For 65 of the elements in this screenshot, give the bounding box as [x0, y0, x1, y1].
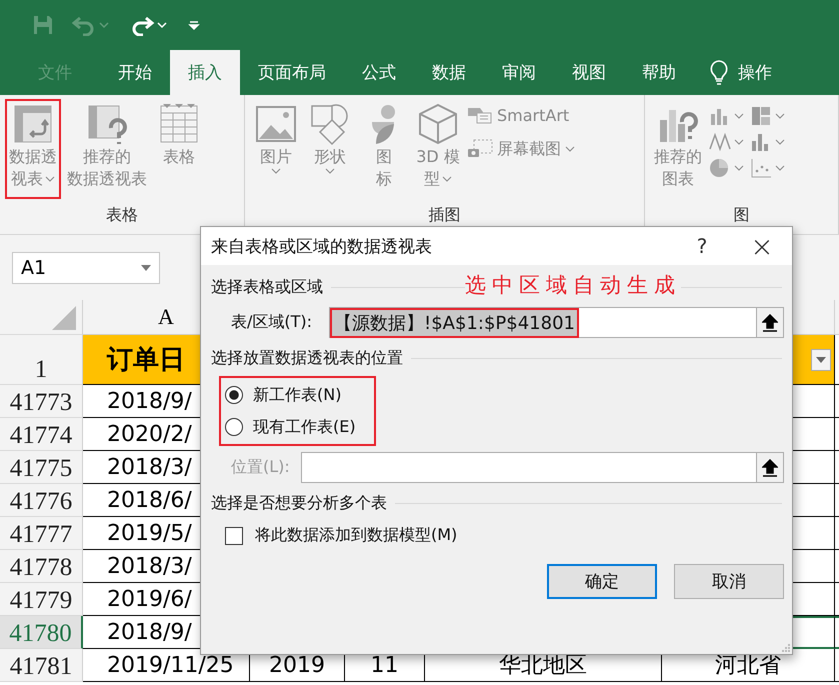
name-box[interactable]: A1 [12, 252, 160, 284]
row-header[interactable]: 41778 [0, 550, 83, 583]
cube-icon [416, 102, 460, 146]
caret-icon [734, 139, 744, 145]
pie-chart-icon [709, 158, 731, 178]
row-header[interactable]: 1 [0, 335, 83, 385]
line-chart-icon [709, 132, 731, 152]
caret-icon [442, 176, 452, 182]
location-field[interactable] [301, 452, 756, 483]
row-header[interactable]: 41777 [0, 517, 83, 550]
ribbon-tab[interactable]: 帮助 [624, 50, 694, 95]
dialog-title: 来自表格或区域的数据透视表 [211, 236, 433, 258]
group-label: 表格 [105, 204, 139, 226]
customize-button[interactable] [188, 19, 200, 31]
section-heading: 选择表格或区域 [211, 276, 323, 298]
row-header[interactable]: 41776 [0, 484, 83, 517]
group-label: 图 [732, 204, 750, 226]
lightbulb-icon [710, 60, 728, 86]
caret-icon [45, 176, 55, 182]
hierarchy-chart-icon [750, 106, 772, 126]
row-header[interactable]: 41774 [0, 418, 83, 451]
tell-me-label[interactable]: 操作 [738, 61, 772, 84]
scatter-chart-icon [750, 158, 772, 178]
select-all-corner[interactable] [0, 300, 83, 335]
row-header[interactable]: 41773 [0, 385, 83, 418]
ok-button[interactable]: 确定 [547, 564, 657, 599]
caret-icon [816, 357, 826, 363]
up-arrow-icon [762, 458, 778, 476]
cancel-button[interactable]: 取消 [674, 564, 784, 599]
caret-icon [775, 113, 785, 119]
caret-icon [141, 264, 151, 270]
caret-icon [775, 165, 785, 171]
smartart-icon [467, 105, 493, 125]
ribbon-tab[interactable]: 插入 [170, 50, 240, 95]
collapse-button[interactable] [756, 452, 784, 483]
ribbon-tab[interactable]: 审阅 [484, 50, 554, 95]
row-header[interactable]: 41780 [0, 616, 83, 649]
radio-button[interactable] [225, 386, 243, 404]
range-field[interactable]: 【源数据】!$A$1:$P$41801 [329, 307, 756, 338]
triangle-icon [52, 306, 76, 330]
resize-grip-icon [780, 642, 790, 652]
ribbon-tab[interactable]: 公式 [344, 50, 414, 95]
up-arrow-icon [762, 314, 778, 332]
caret-icon [734, 165, 744, 171]
radio-button[interactable] [225, 418, 243, 436]
row-header[interactable]: 41779 [0, 583, 83, 616]
filter-dropdown[interactable] [811, 349, 831, 371]
ribbon-tab[interactable]: 页面布局 [240, 50, 344, 95]
collapse-button[interactable] [756, 307, 784, 338]
checkbox[interactable] [225, 526, 243, 544]
row-header[interactable]: 41781 [0, 649, 83, 682]
ribbon-tab[interactable]: 数据 [414, 50, 484, 95]
caret-icon [325, 168, 335, 174]
group-label: 插图 [428, 204, 462, 226]
close-button[interactable]: × [732, 230, 792, 262]
camera-icon [467, 139, 493, 159]
caret-icon [565, 146, 575, 152]
caret-icon [271, 168, 281, 174]
caret-icon [734, 113, 744, 119]
help-button[interactable]: ? [672, 234, 732, 258]
ribbon-tab[interactable]: 开始 [100, 50, 170, 95]
row-header[interactable]: 41775 [0, 451, 83, 484]
checkbox-label: 将此数据添加到数据模型(M) [255, 525, 458, 546]
caret-icon [775, 139, 785, 145]
ribbon-tab[interactable]: 视图 [554, 50, 624, 95]
